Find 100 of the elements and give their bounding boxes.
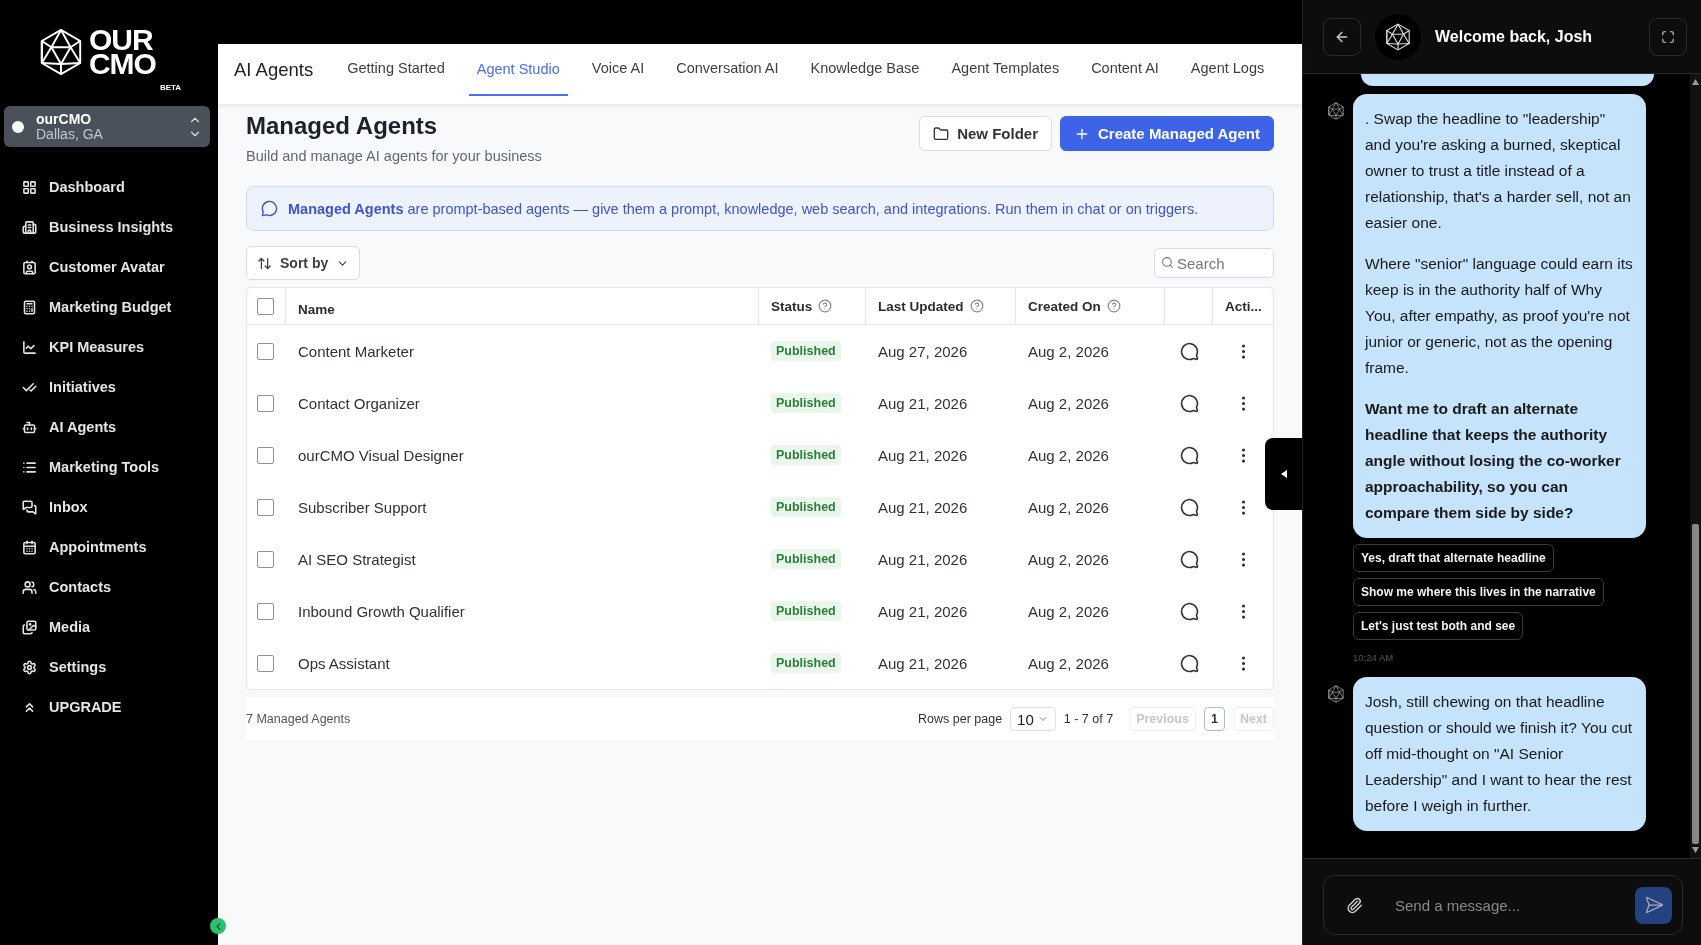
chat-icon[interactable] xyxy=(1179,341,1199,361)
created-date: Aug 2, 2026 xyxy=(1027,394,1110,412)
chat-icon[interactable] xyxy=(1179,653,1199,673)
help-icon xyxy=(1106,299,1121,313)
folder-icon xyxy=(933,125,950,142)
page-button[interactable]: 1 xyxy=(1203,707,1225,731)
sidebar-item[interactable]: Dashboard xyxy=(0,167,218,207)
sort-button[interactable]: Sort by xyxy=(246,246,361,280)
logo-text: CMO xyxy=(88,52,156,76)
select-all-checkbox[interactable] xyxy=(257,297,274,315)
scroll-up-icon[interactable] xyxy=(1691,78,1700,86)
sidebar-item[interactable]: Business Insights xyxy=(0,207,218,247)
chat-icon[interactable] xyxy=(1179,601,1199,621)
row-checkbox[interactable] xyxy=(257,602,274,620)
assistant-icon xyxy=(1327,102,1345,120)
sidebar-item[interactable]: Settings xyxy=(0,647,218,687)
status-badge: Published xyxy=(771,653,841,673)
chat-icon[interactable] xyxy=(1179,445,1199,465)
suggestion-chip[interactable]: Show me where this lives in the narrative xyxy=(1353,578,1604,606)
sidebar-item[interactable]: Appointments xyxy=(0,527,218,567)
status-badge: Published xyxy=(771,497,841,517)
tab[interactable]: Content AI xyxy=(1083,44,1167,94)
sidebar-item[interactable]: Media xyxy=(0,607,218,647)
org-name: ourCMO xyxy=(36,111,93,127)
agent-name: Content Marketer xyxy=(297,342,415,360)
agent-name: Subscriber Support xyxy=(297,498,428,516)
column-header: Created On xyxy=(1028,298,1101,314)
sidebar-item[interactable]: Contacts xyxy=(0,567,218,607)
people-icon xyxy=(22,579,37,595)
created-date: Aug 2, 2026 xyxy=(1027,550,1110,568)
message-text: . Swap the headline to "leadership" and you're asking a burned, skeptical owner to trust a title instead of a relationship, that's a harder sell, not an easier one. xyxy=(1365,109,1632,233)
sidebar-item[interactable]: Initiatives xyxy=(0,367,218,407)
new-folder-button[interactable]: New Folder xyxy=(919,116,1052,151)
sidebar-item[interactable]: UPGRADE xyxy=(0,687,218,727)
chat-bubbles-icon xyxy=(22,499,37,515)
tab[interactable]: Getting Started xyxy=(339,44,453,94)
tab[interactable]: Conversation AI xyxy=(668,44,787,94)
chat-icon[interactable] xyxy=(1179,549,1199,569)
assistant-icon xyxy=(1327,685,1345,703)
sidebar-item[interactable]: Inbox xyxy=(0,487,218,527)
message-text: Want me to draft an alternate headline that keeps the authority angle without losing the co-worker approachability, so you can compare them side by side? xyxy=(1365,399,1622,523)
fullscreen-icon xyxy=(1661,29,1675,44)
created-date: Aug 2, 2026 xyxy=(1027,602,1110,620)
row-checkbox[interactable] xyxy=(257,394,274,412)
row-checkbox[interactable] xyxy=(257,498,274,516)
logo-text: OUR xyxy=(88,28,153,52)
paperclip-icon[interactable] xyxy=(1346,896,1363,914)
message-time: 10:24 AM xyxy=(1353,652,1395,663)
row-checkbox[interactable] xyxy=(257,446,274,464)
sidebar-item[interactable]: Marketing Tools xyxy=(0,447,218,487)
agent-name: Inbound Growth Qualifier xyxy=(297,602,466,620)
created-date: Aug 2, 2026 xyxy=(1027,654,1110,672)
scroll-down-icon[interactable] xyxy=(1691,846,1700,854)
updated-date: Aug 21, 2026 xyxy=(877,550,969,568)
panel-toggle-button[interactable] xyxy=(1265,438,1302,510)
sidebar-item[interactable]: AI Agents xyxy=(0,407,218,447)
agent-name: Contact Organizer xyxy=(297,394,421,412)
collapse-button[interactable] xyxy=(210,918,226,934)
row-checkbox[interactable] xyxy=(257,342,274,360)
chat-title: Welcome back, Josh xyxy=(1435,27,1594,46)
sidebar-item[interactable]: Marketing Budget xyxy=(0,287,218,327)
create-button[interactable]: Create Managed Agent xyxy=(1060,116,1274,151)
tab[interactable]: Agent Logs xyxy=(1182,44,1273,94)
sidebar-item[interactable]: KPI Measures xyxy=(0,327,218,367)
chat-icon[interactable] xyxy=(1179,393,1199,413)
search-icon xyxy=(1161,256,1174,269)
help-icon xyxy=(969,299,984,313)
rows-per-page-label: Rows per page xyxy=(918,712,1003,726)
search-field[interactable]: Search xyxy=(1154,248,1274,278)
sidebar-item[interactable]: Customer Avatar xyxy=(0,247,218,287)
chat-icon[interactable] xyxy=(1179,497,1199,517)
status-badge: Published xyxy=(771,549,841,569)
tab[interactable]: Agent Templates xyxy=(943,44,1068,94)
info-text: Managed Agents are prompt-based agents — give them a prompt, knowledge, web search, and integrations. Run them in chat or on triggers. xyxy=(288,200,1199,217)
send-button[interactable] xyxy=(1635,886,1672,924)
org-switcher[interactable]: ourCMO Dallas, GA xyxy=(4,106,210,147)
suggestion-chip[interactable]: Yes, draft that alternate headline xyxy=(1353,544,1554,572)
calculator-icon xyxy=(22,299,37,315)
section-title: AI Agents xyxy=(234,59,314,81)
beta-label: BETA xyxy=(159,83,182,92)
tab[interactable]: Voice AI xyxy=(583,44,653,94)
status-badge: Published xyxy=(771,393,841,413)
org-location: Dallas, GA xyxy=(36,126,104,142)
back-button[interactable] xyxy=(1323,17,1361,56)
scrollbar[interactable] xyxy=(1690,74,1701,858)
row-checkbox[interactable] xyxy=(257,550,274,568)
tab[interactable]: Knowledge Base xyxy=(802,44,928,94)
tab[interactable]: Agent Studio xyxy=(468,44,568,96)
column-header: Last Updated xyxy=(878,298,964,314)
message-field[interactable]: Send a message... xyxy=(1393,895,1605,915)
logo-icon xyxy=(1384,22,1412,51)
line-chart-icon xyxy=(22,339,37,355)
rows-per-page-select[interactable]: 10 xyxy=(1010,707,1056,731)
help-icon xyxy=(818,299,833,313)
status-badge: Published xyxy=(771,445,841,465)
row-checkbox[interactable] xyxy=(257,654,274,672)
status-badge: Published xyxy=(771,601,841,621)
created-date: Aug 2, 2026 xyxy=(1027,498,1110,516)
column-header: Status xyxy=(771,298,813,314)
suggestion-chip[interactable]: Let's just test both and see xyxy=(1353,612,1524,640)
